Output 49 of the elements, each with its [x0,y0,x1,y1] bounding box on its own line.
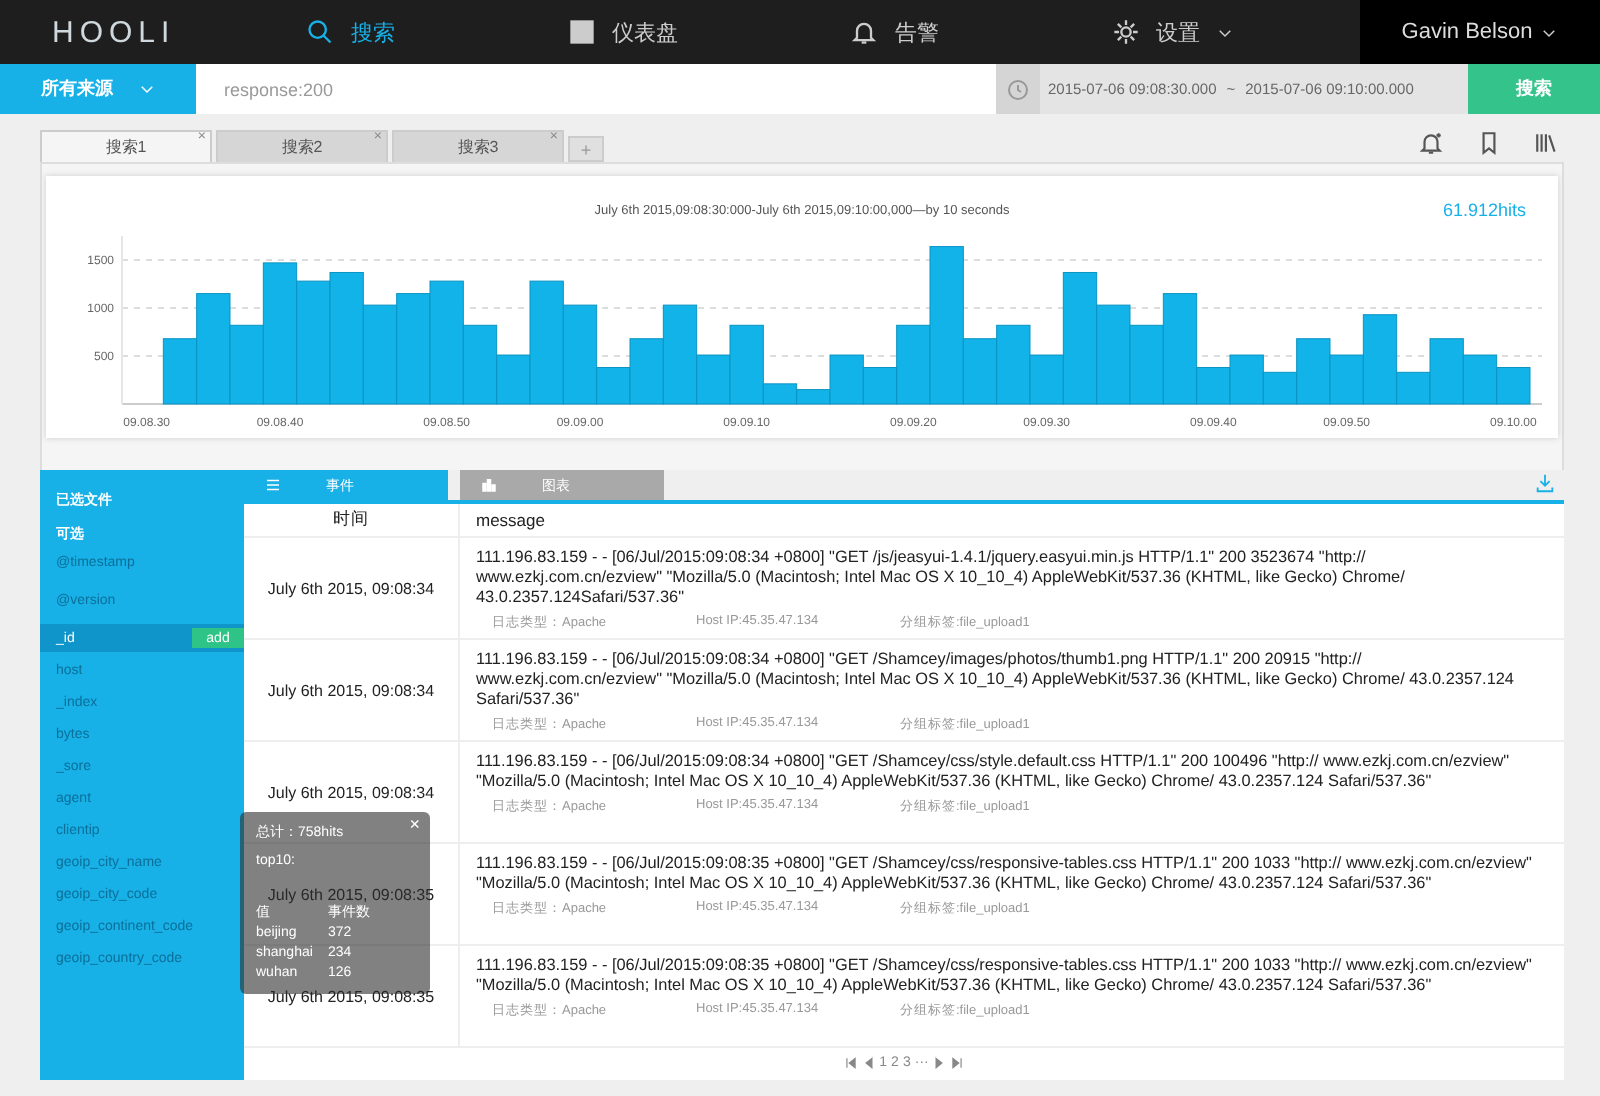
nav-label: 设置 [1155,19,1200,47]
first-page-icon [843,1055,858,1069]
last-page-icon [950,1055,965,1069]
nav-label: 搜索 [350,19,395,47]
books-icon [1534,130,1560,156]
time-cell: July 6th 2015, 09:08:34 [244,640,460,740]
search-button[interactable]: 搜索 [1468,64,1600,114]
nav-item[interactable]: 仪表盘 [567,17,678,47]
histogram-bar [296,280,331,405]
settings-icon [1111,18,1140,46]
nav-item[interactable]: 告警 [850,17,939,47]
histogram-bar [1129,324,1164,405]
bell-icon [1418,130,1444,156]
log-message: 111.196.83.159 - - [06/Jul/2015:09:08:35 +0800] "GET /Shamcey/css/responsive-tables.css HTTP/1.1" 200 1033 "http:// www.ezkj.com.cn/ezview" "Mozilla/5.0 (Macintosh; Intel Mac OS X 10_10_4) AppleWebKit/537.36 (KHTML, like Gecko) Chrome/ 43.0.2357.124 Safari/537.36" [476,854,1534,894]
column-header: message [474,510,545,530]
nav-item[interactable]: 搜索 [306,17,395,47]
list-icon [264,476,282,494]
add-tab-button[interactable]: + [568,136,604,162]
histogram-bar [362,304,398,405]
tab-label: 搜索2 [281,136,323,158]
bar-chart-icon [480,476,498,494]
bell-icon [850,18,879,46]
nav-item[interactable]: 设置 [1111,17,1234,47]
histogram-bar [329,272,364,405]
tab-label: 搜索1 [105,136,147,158]
log-message: 111.196.83.159 - - [06/Jul/2015:09:08:35 +0800] "GET /Shamcey/css/responsive-tables.css HTTP/1.1" 200 1033 "http:// www.ezkj.com.cn/ezview" "Mozilla/5.0 (Macintosh; Intel Mac OS X 10_10_4) AppleWebKit/537.36 (KHTML, like Gecko) Chrome/ 43.0.2357.124 Safari/537.36" [476,956,1534,996]
histogram-bar [1096,304,1131,405]
next-page-icon [932,1055,947,1069]
chevron-down-icon [137,80,155,98]
nav-label: 仪表盘 [611,19,678,47]
log-message: 111.196.83.159 - - [06/Jul/2015:09:08:34 +0800] "GET /Shamcey/css/style.default.css HTTP/1.1" 200 100496 "http:// www.ezkj.com.cn/ezview" "Mozilla/5.0 (Macintosh; Intel Mac OS X 10_10_4) AppleWebKit/537.36 (KHTML, like Gecko) Chrome/ 43.0.2357.124 Safari/537.36" [476,752,1512,792]
tab-label: 搜索3 [457,136,499,158]
hits-count: 61.912hits [1440,200,1526,220]
previous-page-icon [861,1055,876,1069]
search-icon [306,18,335,46]
logo: HOOLI [50,15,178,49]
clock-icon [1006,77,1030,101]
log-message: 111.196.83.159 - - [06/Jul/2015:09:08:34 +0800] "GET /Shamcey/images/photos/thumb1.png HTTP/1.1" 200 20915 "http:// www.ezkj.com.cn/ezview" "Mozilla/5.0 (Macintosh; Intel Mac OS X 10_10_4) AppleWebKit/537.36 (KHTML, like Gecko) Chrome/ 43.0.2357.124 Safari/537.36" [476,650,1516,710]
close-icon[interactable]: × [409,816,420,834]
histogram-bar [396,293,431,405]
query-input[interactable]: response:200 [224,74,984,104]
time-cell: July 6th 2015, 09:08:34 [244,538,460,638]
user-menu[interactable]: Gavin Belson [1360,0,1600,64]
log-message: 111.196.83.159 - - [06/Jul/2015:09:08:34 +0800] "GET /js/jeasyui-1.4.1/jquery.easyui.min.js HTTP/1.1" 200 3523674 "http:// www.ezkj.com.cn/ezview" "Mozilla/5.0 (Macintosh; Intel Mac OS X 10_10_4) AppleWebKit/537.36 (KHTML, like Gecko) Chrome/ 43.0.2357.124Safari/537.36" [476,548,1407,608]
histogram-bar [1462,354,1498,405]
nav-label: 告警 [894,19,939,47]
source-dropdown[interactable]: 所有来源 [0,64,196,114]
column-header: 时间 [244,504,460,536]
histogram-bar [1496,367,1531,405]
